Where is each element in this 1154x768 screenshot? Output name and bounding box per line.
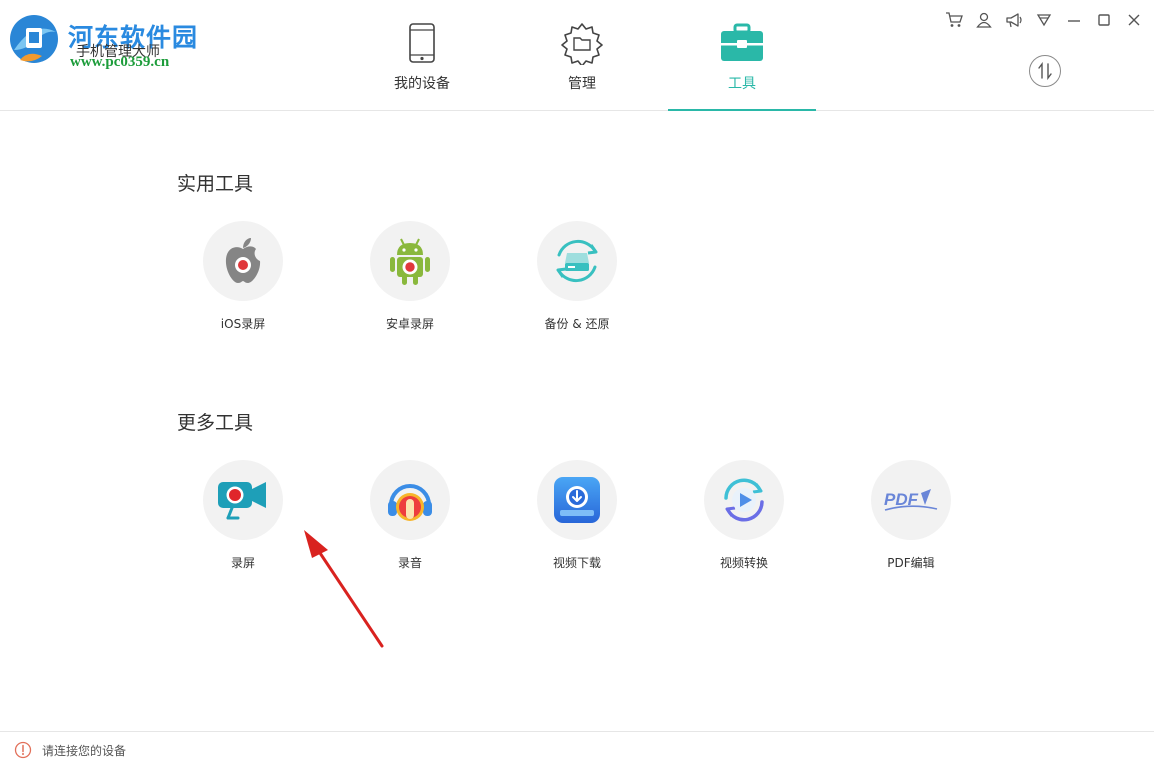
tool-android-record[interactable]: 安卓录屏 (350, 221, 470, 332)
tab-label: 工具 (728, 76, 756, 92)
tool-video-download[interactable]: 视频下载 (517, 460, 637, 571)
warning-icon (14, 741, 32, 759)
backup-restore-icon (537, 221, 617, 301)
user-icon[interactable] (974, 10, 994, 30)
tab-label: 管理 (568, 76, 596, 92)
logo: 河东软件园 手机管理大师 www.pc0359.cn (6, 8, 206, 70)
apple-record-icon (203, 221, 283, 301)
transfer-arrows-icon (1038, 62, 1052, 80)
gear-folder-icon (559, 20, 605, 66)
android-record-icon (370, 221, 450, 301)
phone-icon (399, 20, 445, 66)
tool-label: 视频下载 (552, 556, 601, 570)
minimize-icon[interactable] (1064, 10, 1084, 30)
tab-label: 我的设备 (394, 76, 450, 92)
tool-label: iOS录屏 (220, 317, 266, 331)
tool-audio-record[interactable]: 录音 (350, 460, 470, 571)
status-message: 请连接您的设备 (42, 744, 127, 758)
status-bar: 请连接您的设备 (0, 731, 1154, 768)
megaphone-icon[interactable] (1004, 10, 1024, 30)
tool-label: 视频转换 (719, 556, 768, 570)
tool-video-convert[interactable]: 视频转换 (684, 460, 804, 571)
dropdown-menu-icon[interactable] (1034, 10, 1054, 30)
tab-my-device[interactable]: 我的设备 (342, 0, 502, 111)
toolbox-icon (719, 20, 765, 66)
close-icon[interactable] (1124, 10, 1144, 30)
screen-record-icon (203, 460, 283, 540)
maximize-icon[interactable] (1094, 10, 1114, 30)
tab-tools[interactable]: 工具 (662, 0, 822, 111)
transfer-button[interactable] (1029, 55, 1061, 87)
section-title-more: 更多工具 (177, 412, 254, 434)
audio-record-icon (370, 460, 450, 540)
main-tabs: 我的设备 管理 工具 (342, 0, 822, 111)
window-controls (944, 10, 1144, 30)
tab-manage[interactable]: 管理 (502, 0, 662, 111)
tool-label: PDF编辑 (887, 556, 935, 570)
video-convert-icon (704, 460, 784, 540)
tool-screen-record[interactable]: 录屏 (183, 460, 303, 571)
tool-ios-record[interactable]: iOS录屏 (183, 221, 303, 332)
section-title-practical: 实用工具 (177, 173, 254, 195)
tool-label: 备份 & 还原 (544, 317, 610, 331)
tool-pdf-edit[interactable]: PDF PDF编辑 (851, 460, 971, 571)
tool-label: 录屏 (230, 556, 255, 570)
tool-backup-restore[interactable]: 备份 & 还原 (517, 221, 637, 332)
title-bar: 河东软件园 手机管理大师 www.pc0359.cn 我的设备 管理 工具 (0, 0, 1154, 111)
tool-label: 录音 (397, 556, 422, 570)
cart-icon[interactable] (944, 10, 964, 30)
video-download-icon (537, 460, 617, 540)
logo-mark-icon (10, 15, 58, 63)
tool-label: 安卓录屏 (385, 317, 434, 331)
watermark-url: www.pc0359.cn (70, 54, 170, 70)
pdf-edit-icon: PDF (871, 460, 951, 540)
